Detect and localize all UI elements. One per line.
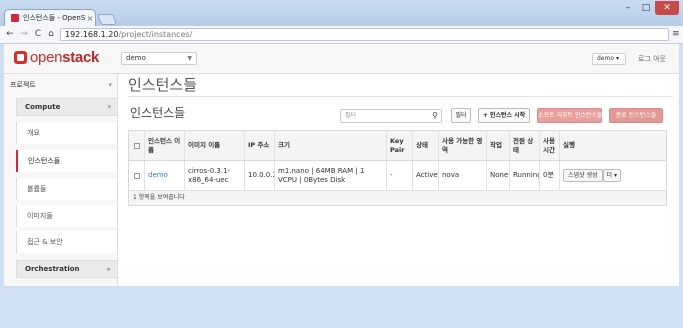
project-select[interactable]: demo ▼ bbox=[121, 52, 197, 65]
flavor-size: m1.nano | 64MB RAM | 1 VCPU | 0Bytes Dis… bbox=[275, 161, 387, 190]
table-row: demo cirros-0.3.1-x86_64-uec 10.0.0.2 m1… bbox=[129, 161, 666, 191]
column-header[interactable]: IP 주소 bbox=[245, 131, 275, 160]
filter-button[interactable]: 필터 bbox=[451, 108, 471, 123]
browser-toolbar: ← → C ⌂ 192.168.1.20/project/instances/ … bbox=[0, 26, 683, 44]
key-pair: - bbox=[387, 161, 413, 190]
availability-zone: nova bbox=[439, 161, 487, 190]
url-path: /project/instances/ bbox=[118, 30, 193, 39]
chevron-right-icon: ▸ bbox=[107, 265, 111, 273]
user-icon: ▾ bbox=[615, 55, 619, 62]
instances-table: 인스턴스 이름 이미지 이름 IP 주소 크기 Key Pair 상태 사용 가… bbox=[128, 130, 667, 206]
sidebar: 프로젝트 ▾ Compute ▾ 개요 인스턴스들 볼륨들 이미지들 접근 & … bbox=[4, 74, 118, 286]
column-header[interactable]: Key Pair bbox=[387, 131, 413, 160]
image-name: cirros-0.3.1-x86_64-uec bbox=[185, 161, 245, 190]
home-icon[interactable]: ⌂ bbox=[45, 28, 57, 41]
browser-tab[interactable]: 인스턴스들 - OpenStack × bbox=[4, 9, 96, 26]
ip-address: 10.0.0.2 bbox=[245, 161, 275, 190]
address-bar[interactable]: 192.168.1.20/project/instances/ bbox=[60, 28, 669, 41]
filter-input[interactable]: 필터 ⚲ bbox=[340, 109, 442, 123]
sidebar-item-instances[interactable]: 인스턴스들 bbox=[16, 150, 118, 172]
user-menu-label: demo bbox=[597, 55, 615, 62]
chevron-down-icon: ▾ bbox=[108, 81, 112, 89]
column-header[interactable]: 전원 상태 bbox=[510, 131, 540, 160]
divider bbox=[128, 96, 673, 97]
column-header[interactable]: 사용 시간 bbox=[540, 131, 560, 160]
more-actions-button[interactable]: 더 ▾ bbox=[602, 169, 621, 182]
task: None bbox=[487, 161, 510, 190]
uptime: 0분 bbox=[540, 161, 560, 190]
column-header[interactable]: 이미지 이름 bbox=[185, 131, 245, 160]
create-snapshot-button[interactable]: 스냅샷 생성 bbox=[563, 169, 603, 182]
openstack-favicon-icon bbox=[11, 14, 19, 22]
tab-close-icon[interactable]: × bbox=[85, 14, 95, 23]
chevron-down-icon: ▼ bbox=[187, 55, 192, 62]
power-state: Running bbox=[510, 161, 540, 190]
table-title: 인스턴스들 bbox=[130, 106, 186, 120]
column-header[interactable]: 상태 bbox=[413, 131, 439, 160]
row-checkbox[interactable] bbox=[133, 172, 140, 179]
sidebar-section-orchestration[interactable]: Orchestration ▸ bbox=[16, 260, 118, 278]
sidebar-project-header[interactable]: 프로젝트 ▾ bbox=[4, 78, 118, 92]
soft-reboot-instances-button[interactable]: 소프트 리부트 인스턴스들 bbox=[537, 108, 603, 123]
main-content: 인스턴스들 인스턴스들 필터 ⚲ 필터 + 인스턴스 시작 소프트 리부트 인스… bbox=[118, 74, 679, 286]
search-icon: ⚲ bbox=[432, 111, 438, 120]
column-header[interactable]: 크기 bbox=[275, 131, 387, 160]
window-background bbox=[0, 286, 683, 328]
project-select-value: demo bbox=[126, 54, 146, 62]
browser-menu-icon[interactable]: ≡ bbox=[672, 29, 680, 39]
forward-icon[interactable]: → bbox=[18, 28, 30, 41]
instance-name-link[interactable]: demo bbox=[145, 161, 185, 190]
table-footer: 1 항목을 보여줍니다 bbox=[129, 191, 666, 205]
sidebar-section-compute[interactable]: Compute ▾ bbox=[16, 98, 118, 116]
column-header[interactable]: 사용 가능한 영역 bbox=[439, 131, 487, 160]
page-title: 인스턴스들 bbox=[128, 76, 198, 94]
sidebar-item-volumes[interactable]: 볼륨들 bbox=[16, 178, 118, 200]
select-all-checkbox[interactable] bbox=[133, 142, 140, 149]
column-header[interactable]: 작업 bbox=[487, 131, 510, 160]
user-menu-button[interactable]: demo ▾ bbox=[592, 53, 626, 65]
browser-titlebar: 인스턴스들 - OpenStack × – □ ✕ bbox=[0, 0, 683, 26]
reload-icon[interactable]: C bbox=[32, 28, 44, 41]
logo-text: openstack bbox=[30, 49, 100, 66]
window-minimize-button[interactable]: – bbox=[619, 1, 637, 15]
table-header: 인스턴스 이름 이미지 이름 IP 주소 크기 Key Pair 상태 사용 가… bbox=[129, 131, 666, 161]
new-tab-button[interactable] bbox=[96, 14, 118, 25]
openstack-logo-icon bbox=[14, 51, 27, 64]
launch-instance-button[interactable]: + 인스턴스 시작 bbox=[478, 108, 530, 123]
tab-title: 인스턴스들 - OpenStack bbox=[23, 14, 85, 22]
column-header: 실행 bbox=[563, 141, 575, 149]
terminate-instances-button[interactable]: 종료 인스턴스들 bbox=[609, 108, 663, 123]
back-icon[interactable]: ← bbox=[4, 28, 16, 41]
status: Active bbox=[413, 161, 439, 190]
app-header: openstack demo ▼ demo ▾ 로그 아웃 bbox=[4, 44, 679, 74]
column-header[interactable]: 인스턴스 이름 bbox=[145, 131, 185, 160]
openstack-logo[interactable]: openstack bbox=[14, 49, 99, 66]
window-maximize-button[interactable]: □ bbox=[637, 1, 655, 15]
sidebar-item-overview[interactable]: 개요 bbox=[16, 122, 118, 144]
window-close-button[interactable]: ✕ bbox=[655, 1, 679, 15]
logout-link[interactable]: 로그 아웃 bbox=[638, 54, 666, 64]
sidebar-item-access-security[interactable]: 접근 & 보안 bbox=[16, 231, 118, 253]
chevron-down-icon: ▾ bbox=[107, 103, 111, 111]
url-host: 192.168.1.20 bbox=[65, 30, 119, 39]
sidebar-item-images[interactable]: 이미지들 bbox=[16, 205, 118, 227]
